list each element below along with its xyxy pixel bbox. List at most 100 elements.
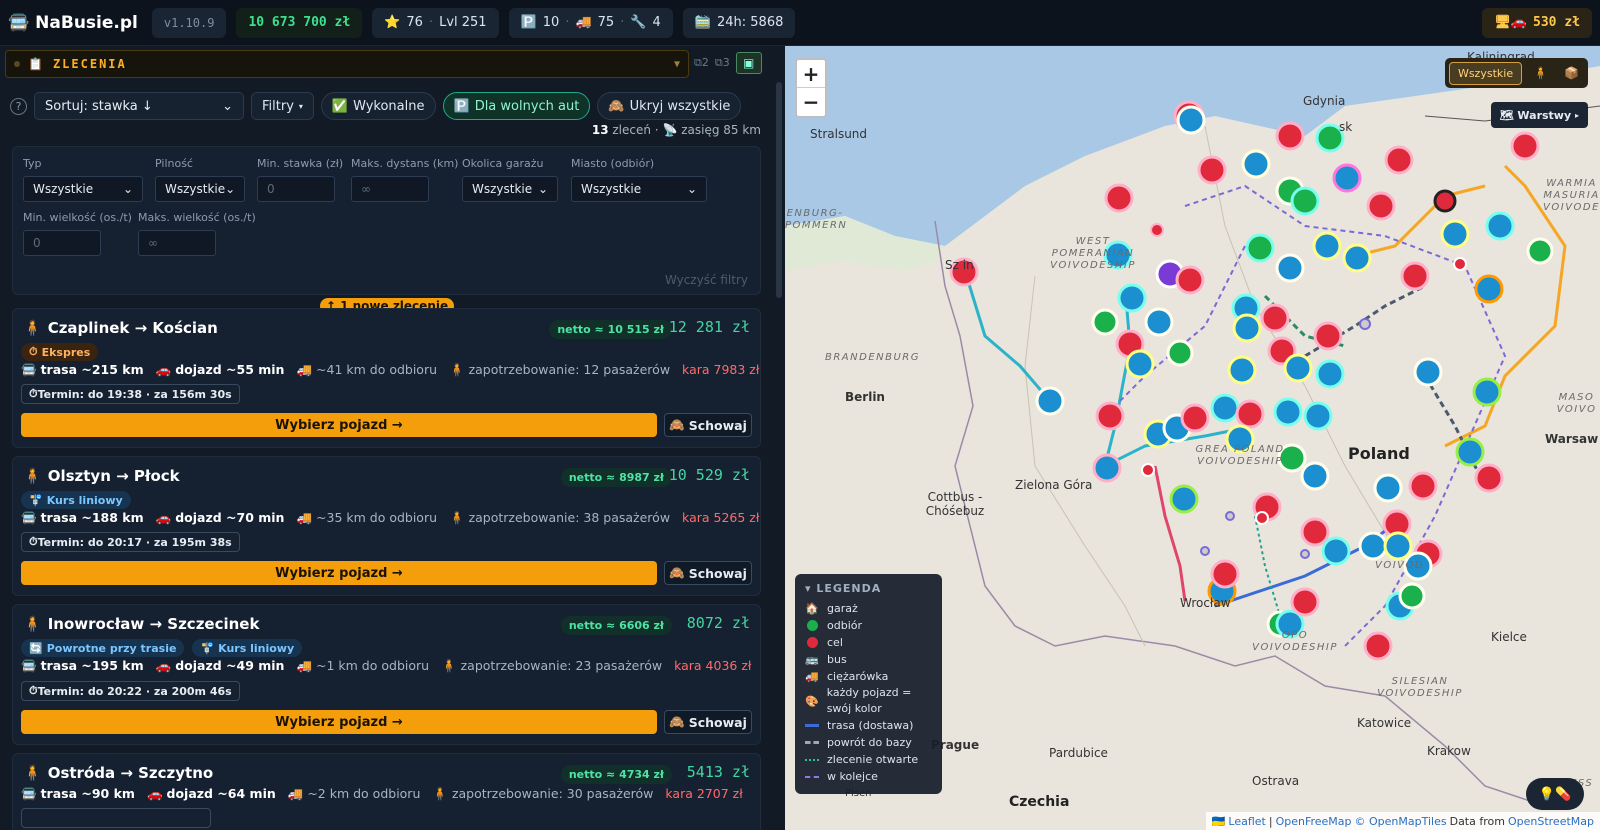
satellite-icon: 📡 <box>662 123 678 137</box>
green-dot-icon <box>806 620 818 631</box>
daily-stats[interactable]: 🚞 24h: 5868 <box>682 7 796 38</box>
filters-button[interactable]: Filtry ▾ <box>251 92 314 120</box>
truck-icon: 🚚 <box>805 670 819 683</box>
order-tags: ⏱ Ekspres <box>21 343 99 361</box>
controls-row: ? Sortuj: stawka ↓ ⌄ Filtry ▾ ✅ Wykonalne 🅿… <box>10 92 742 120</box>
map-label-krakow: Krakow <box>1427 744 1471 758</box>
reputation-level[interactable]: ⭐ 76 · Lvl 251 <box>372 7 499 38</box>
penalty: kara 4036 zł <box>674 658 752 673</box>
feasible-toggle[interactable]: ✅ Wykonalne <box>320 92 436 120</box>
caret-icon: ▾ <box>298 101 303 111</box>
bus-icon: 🚍 <box>21 658 37 673</box>
map-label-sk: sk <box>1339 120 1353 134</box>
map-label-lodz: VOIVOD <box>1375 560 1425 571</box>
truck-icon: 🚚 <box>287 786 304 801</box>
net-badge: netto ≈ 4734 zł <box>560 765 672 784</box>
train-icon: 🚞 <box>694 15 711 30</box>
hide-order-button[interactable]: 🙈 Schowaj <box>664 413 752 437</box>
package-filter-icon[interactable]: 📦 <box>1559 66 1584 80</box>
express-tag: ⏱ Ekspres <box>21 343 99 361</box>
tab-2[interactable]: ⧉2 <box>694 56 709 70</box>
map-attribution: 🇺🇦 Leaflet | OpenFreeMap © OpenMapTiles … <box>1205 812 1600 830</box>
map-label-stralsund: Stralsund <box>810 127 868 141</box>
pick-vehicle-button[interactable]: Wybierz pojazd → <box>21 413 657 437</box>
net-badge: netto ≈ 6606 zł <box>560 616 672 635</box>
order-price: 8072 zł <box>686 614 750 632</box>
person-icon: 🧍 <box>23 467 42 485</box>
leaflet-link[interactable]: Leaflet <box>1228 815 1265 828</box>
map-label-berlin: Berlin <box>845 390 885 404</box>
brand[interactable]: 🚍 NaBusie.pl <box>8 13 138 33</box>
palette-icon: 🎨 <box>805 694 819 708</box>
filter-all-button[interactable]: Wszystkie <box>1448 61 1523 85</box>
bus-logo-icon: 🚍 <box>8 12 30 33</box>
timer-icon: ⏱ <box>29 345 38 358</box>
route-line <box>963 270 1052 402</box>
garage-area-select[interactable]: Wszystkie ⌄ <box>462 176 558 202</box>
min-rate-label: Min. stawka (zł) <box>257 157 344 170</box>
city-select[interactable]: Wszystkie ⌄ <box>571 176 707 202</box>
refresh-icon: 🔄 <box>29 641 43 655</box>
urgency-select[interactable]: Wszystkie ⌄ <box>155 176 245 202</box>
person-icon: 🧍 <box>449 510 465 525</box>
max-distance-input[interactable]: ∞ <box>351 176 429 202</box>
legend-item-target: cel <box>805 634 932 651</box>
help-icon[interactable]: ? <box>10 97 27 115</box>
hide-order-button[interactable]: 🙈 Schowaj <box>664 561 752 585</box>
person-filter-icon[interactable]: 🧍 <box>1528 66 1553 80</box>
orders-header[interactable]: 📋 ZLECENIA ▼ <box>5 50 689 78</box>
sort-select[interactable]: Sortuj: stawka ↓ ⌄ <box>34 92 244 120</box>
deadline-badge <box>21 808 211 828</box>
type-select[interactable]: Wszystkie ⌄ <box>23 176 143 202</box>
filters-panel: Typ Wszystkie ⌄ Pilność Wszystkie ⌄ Min. s… <box>12 146 761 295</box>
status-dot <box>14 61 20 67</box>
free-vehicles-toggle[interactable]: 🅿️ Dla wolnych aut <box>442 92 591 120</box>
openmaptiles-link[interactable]: © OpenMapTiles <box>1355 815 1447 828</box>
tab-3[interactable]: ⧉3 <box>715 56 730 70</box>
order-card: 🧍 Czaplinek → Kościan netto ≈ 10 515 zł 1… <box>12 308 761 448</box>
order-title: 🧍 Inowrocław → Szczecinek <box>23 615 260 633</box>
pill-icon: 💊 <box>1555 786 1572 802</box>
cost-summary[interactable]: 🖥🚗 530 zł <box>1482 7 1592 38</box>
net-badge: netto ≈ 8987 zł <box>560 468 672 487</box>
red-dot-icon <box>806 637 818 648</box>
map-label-katowice: Katowice <box>1357 716 1412 730</box>
scrollbar[interactable] <box>776 82 782 298</box>
min-size-input[interactable]: 0 <box>23 230 101 256</box>
map[interactable]: Gdynia Stralsund Kaliningrad sk WEST POM… <box>785 46 1600 830</box>
order-card: 🧍 Ostróda → Szczytno netto ≈ 4734 zł 5413… <box>12 753 761 830</box>
map-label-gdynia: Gdynia <box>1303 94 1346 108</box>
max-size-input[interactable]: ∞ <box>138 230 216 256</box>
brand-name: NaBusie.pl <box>35 12 138 33</box>
pick-vehicle-button[interactable]: Wybierz pojazd → <box>21 561 657 585</box>
wrench-icon: 🔧 <box>630 15 647 30</box>
layers-button[interactable]: 🗺 Warstwy ▸ <box>1490 102 1588 128</box>
truck-icon: 🚚 <box>296 658 313 673</box>
hide-order-button[interactable]: 🙈 Schowaj <box>664 710 752 734</box>
repair-count: 4 <box>652 15 661 30</box>
map-label-poland: Poland <box>1348 444 1410 463</box>
monkey-icon: 🙈 <box>608 98 625 114</box>
urgency-label: Pilność <box>155 157 193 170</box>
zoom-in-button[interactable]: + <box>797 60 825 88</box>
bus-stop-icon: 🚏 <box>29 493 43 507</box>
clear-filters-button[interactable]: Wyczyść filtry <box>665 273 748 287</box>
orders-title: ZLECENIA <box>52 57 127 71</box>
openstreetmap-link[interactable]: OpenStreetMap <box>1508 815 1594 828</box>
pick-vehicle-button[interactable]: Wybierz pojazd → <box>21 710 657 734</box>
fleet-summary[interactable]: 🅿️ 10 · 🚚 75 · 🔧 4 <box>508 7 673 38</box>
map-label-mecklenburg: ENBURG-POMMERN <box>785 208 848 231</box>
map-label-pardubice: Pardubice <box>1049 746 1108 760</box>
map-icon: 🗺 <box>1499 108 1514 122</box>
map-toggle-icon[interactable]: ▣ <box>735 52 762 74</box>
markers[interactable] <box>949 100 1554 661</box>
openfreemap-link[interactable]: OpenFreeMap <box>1276 815 1352 828</box>
legend-title[interactable]: ▾ LEGENDA <box>805 582 932 595</box>
min-rate-input[interactable]: 0 <box>257 176 335 202</box>
order-title: 🧍 Olsztyn → Płock <box>23 467 180 485</box>
hint-toggle[interactable]: 💡 💊 <box>1526 778 1584 810</box>
hide-all-button[interactable]: 🙈 Ukryj wszystkie <box>597 92 742 120</box>
version-badge: v1.10.9 <box>151 7 227 38</box>
order-price: 5413 zł <box>686 763 750 781</box>
zoom-out-button[interactable]: − <box>797 88 825 116</box>
